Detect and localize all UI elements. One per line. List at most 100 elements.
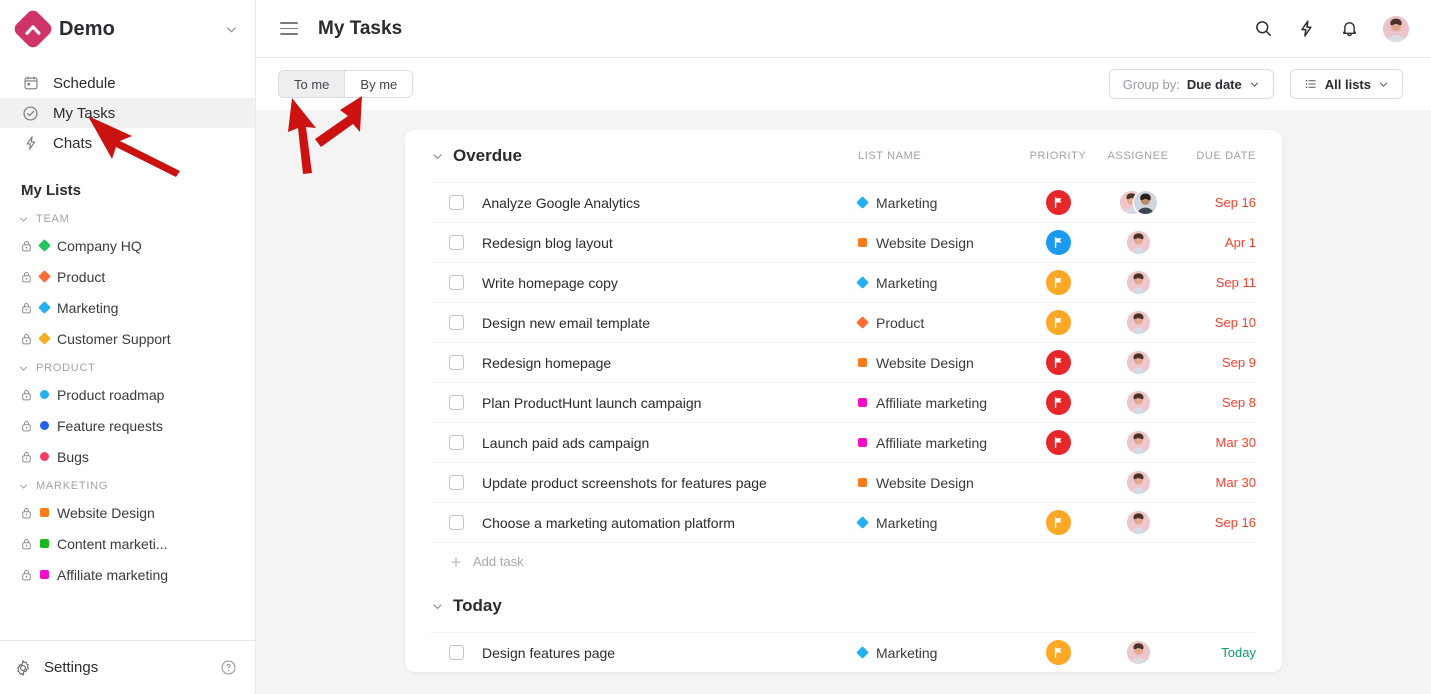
- table-row[interactable]: Choose a marketing automation platformMa…: [431, 502, 1256, 542]
- sidebar-list-item[interactable]: Content marketi...: [0, 528, 255, 559]
- task-list-cell[interactable]: Marketing: [858, 645, 1018, 661]
- task-assignee-cell[interactable]: [1098, 511, 1178, 534]
- task-due-date[interactable]: Sep 11: [1178, 275, 1256, 290]
- list-group-header-team[interactable]: TEAM: [0, 205, 255, 230]
- table-row[interactable]: Plan ProductHunt launch campaignAffiliat…: [431, 382, 1256, 422]
- priority-flag-icon[interactable]: [1046, 430, 1071, 455]
- task-name[interactable]: Write homepage copy: [482, 275, 858, 291]
- task-name[interactable]: Plan ProductHunt launch campaign: [482, 395, 858, 411]
- list-group-header-marketing[interactable]: MARKETING: [0, 472, 255, 497]
- task-name[interactable]: Redesign homepage: [482, 355, 858, 371]
- avatar[interactable]: [1134, 191, 1157, 214]
- search-icon[interactable]: [1254, 19, 1273, 38]
- priority-flag-icon[interactable]: [1046, 390, 1071, 415]
- avatar[interactable]: [1127, 231, 1150, 254]
- avatar[interactable]: [1127, 271, 1150, 294]
- sidebar-item-schedule[interactable]: Schedule: [0, 68, 255, 98]
- task-list-cell[interactable]: Product: [858, 315, 1018, 331]
- task-due-date[interactable]: Sep 10: [1178, 315, 1256, 330]
- task-list-cell[interactable]: Website Design: [858, 355, 1018, 371]
- task-scroll-area[interactable]: OverdueLIST NAMEPRIORITYASSIGNEEDUE DATE…: [256, 110, 1431, 694]
- task-checkbox[interactable]: [449, 275, 464, 290]
- table-row[interactable]: Analyze Google AnalyticsMarketingSep 16: [431, 182, 1256, 222]
- table-row[interactable]: Launch paid ads campaignAffiliate market…: [431, 422, 1256, 462]
- task-checkbox[interactable]: [449, 645, 464, 660]
- task-priority-cell[interactable]: [1018, 350, 1098, 375]
- task-priority-cell[interactable]: [1018, 510, 1098, 535]
- task-checkbox[interactable]: [449, 355, 464, 370]
- task-checkbox[interactable]: [449, 435, 464, 450]
- task-list-cell[interactable]: Affiliate marketing: [858, 395, 1018, 411]
- priority-flag-icon[interactable]: [1046, 350, 1071, 375]
- task-checkbox[interactable]: [449, 515, 464, 530]
- sidebar-list-item[interactable]: Bugs: [0, 441, 255, 472]
- group-by-button[interactable]: Group by: Due date: [1109, 69, 1274, 99]
- assignee-avatars[interactable]: [1120, 191, 1157, 214]
- avatar[interactable]: [1127, 641, 1150, 664]
- task-list-cell[interactable]: Marketing: [858, 195, 1018, 211]
- sidebar-list-item[interactable]: Marketing: [0, 292, 255, 323]
- task-priority-cell[interactable]: [1018, 390, 1098, 415]
- sidebar-list-item[interactable]: Affiliate marketing: [0, 559, 255, 590]
- tab-by-me[interactable]: By me: [344, 71, 412, 97]
- table-row[interactable]: Update product screenshots for features …: [431, 462, 1256, 502]
- priority-flag-icon[interactable]: [1046, 640, 1071, 665]
- task-name[interactable]: Design features page: [482, 645, 858, 661]
- task-assignee-cell[interactable]: [1098, 191, 1178, 214]
- task-assignee-cell[interactable]: [1098, 471, 1178, 494]
- task-list-cell[interactable]: Marketing: [858, 275, 1018, 291]
- task-list-cell[interactable]: Affiliate marketing: [858, 435, 1018, 451]
- sidebar-item-chats[interactable]: Chats: [0, 128, 255, 158]
- priority-flag-icon[interactable]: [1046, 190, 1071, 215]
- avatar[interactable]: [1383, 16, 1409, 42]
- sidebar-list-item[interactable]: Feature requests: [0, 410, 255, 441]
- table-row[interactable]: Design new email templateProduct Sep 10: [431, 302, 1256, 342]
- task-checkbox[interactable]: [449, 315, 464, 330]
- task-due-date[interactable]: Sep 8: [1178, 395, 1256, 410]
- help-circle-icon[interactable]: [220, 659, 237, 676]
- task-checkbox[interactable]: [449, 235, 464, 250]
- task-due-date[interactable]: Today: [1178, 645, 1256, 660]
- gear-icon[interactable]: [14, 659, 32, 677]
- sidebar-list-item[interactable]: Product: [0, 261, 255, 292]
- task-assignee-cell[interactable]: [1098, 641, 1178, 664]
- task-due-date[interactable]: Sep 9: [1178, 355, 1256, 370]
- task-priority-cell[interactable]: [1018, 310, 1098, 335]
- priority-flag-icon[interactable]: [1046, 230, 1071, 255]
- task-due-date[interactable]: Sep 16: [1178, 515, 1256, 530]
- table-row[interactable]: Write homepage copyMarketing Sep 11: [431, 262, 1256, 302]
- task-due-date[interactable]: Mar 30: [1178, 475, 1256, 490]
- lightning-icon[interactable]: [1297, 19, 1316, 38]
- list-group-header-product[interactable]: PRODUCT: [0, 354, 255, 379]
- task-priority-cell[interactable]: [1018, 640, 1098, 665]
- task-priority-cell[interactable]: [1018, 270, 1098, 295]
- task-priority-cell[interactable]: [1018, 430, 1098, 455]
- task-checkbox[interactable]: [449, 395, 464, 410]
- task-assignee-cell[interactable]: [1098, 431, 1178, 454]
- tab-to-me[interactable]: To me: [279, 71, 344, 97]
- task-name[interactable]: Analyze Google Analytics: [482, 195, 858, 211]
- sidebar-item-my-tasks[interactable]: My Tasks: [0, 98, 255, 128]
- avatar[interactable]: [1127, 471, 1150, 494]
- task-assignee-cell[interactable]: [1098, 311, 1178, 334]
- priority-flag-icon[interactable]: [1046, 270, 1071, 295]
- sidebar-list-item[interactable]: Company HQ: [0, 230, 255, 261]
- table-row[interactable]: Redesign homepageWebsite Design Sep 9: [431, 342, 1256, 382]
- avatar[interactable]: [1127, 351, 1150, 374]
- task-list-cell[interactable]: Marketing: [858, 515, 1018, 531]
- table-row[interactable]: Design features pageMarketing Today: [431, 632, 1256, 672]
- task-assignee-cell[interactable]: [1098, 271, 1178, 294]
- add-task-button[interactable]: Add task: [431, 542, 1256, 580]
- task-name[interactable]: Launch paid ads campaign: [482, 435, 858, 451]
- priority-flag-icon[interactable]: [1046, 510, 1071, 535]
- task-due-date[interactable]: Mar 30: [1178, 435, 1256, 450]
- chevron-down-icon[interactable]: [431, 600, 444, 613]
- task-list-cell[interactable]: Website Design: [858, 475, 1018, 491]
- task-name[interactable]: Design new email template: [482, 315, 858, 331]
- task-assignee-cell[interactable]: [1098, 231, 1178, 254]
- priority-flag-icon[interactable]: [1046, 310, 1071, 335]
- avatar[interactable]: [1127, 511, 1150, 534]
- task-priority-cell[interactable]: [1018, 230, 1098, 255]
- sidebar-list-item[interactable]: Customer Support: [0, 323, 255, 354]
- avatar[interactable]: [1127, 391, 1150, 414]
